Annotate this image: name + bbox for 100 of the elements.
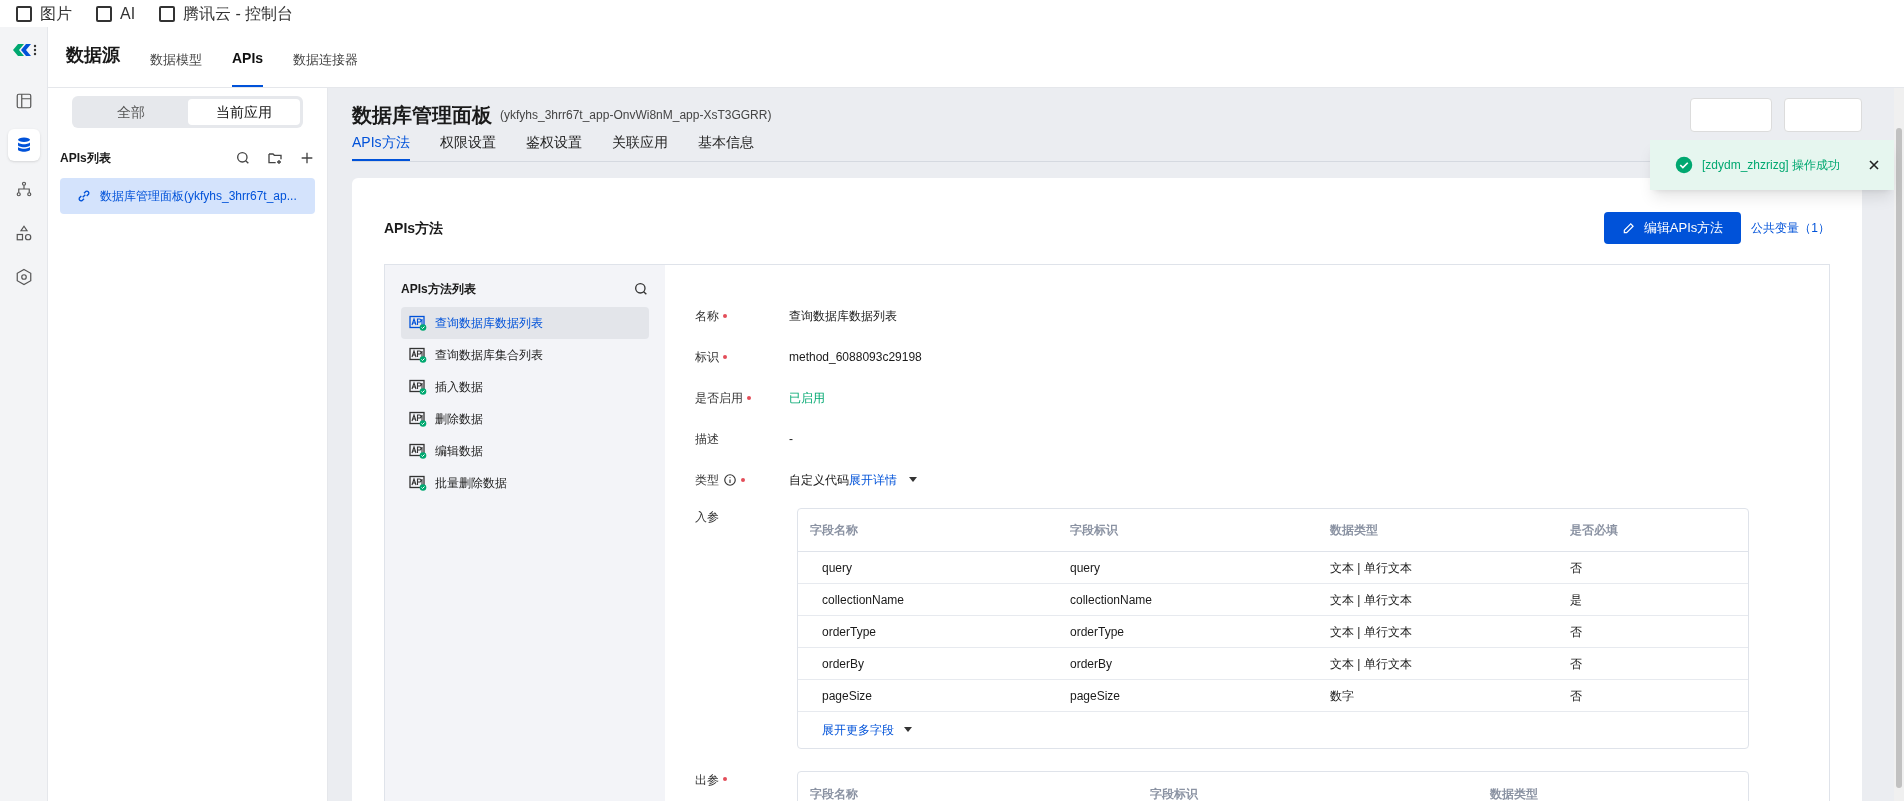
table-cell-text: orderBy [1070,655,1114,673]
column-header: 数据类型 [1490,785,1539,801]
public-variables-link[interactable]: 公共变量（1） [1751,219,1830,237]
bookmark-label[interactable]: 腾讯云 - 控制台 [183,4,294,24]
api-icon [409,411,427,427]
field-value: method_6088093c29198 [789,348,922,366]
info-icon [723,472,737,487]
table-cell-text: 文本 | 单行文本 [1330,655,1413,673]
edit-methods-button[interactable]: 编辑APIs方法 [1603,212,1742,244]
pencil-icon [1621,221,1636,235]
search-icon[interactable] [633,281,649,297]
table-cell-text: pageSize [821,687,874,705]
scope-option[interactable]: 全部 [75,99,188,125]
api-icon [409,315,427,331]
page-tab[interactable]: 权限设置 [439,132,496,161]
search-icon[interactable] [235,150,251,166]
caret-icon[interactable] [904,727,912,733]
table-cell-text: 否 [1570,655,1583,673]
table-cell-text: 否 [1570,559,1583,577]
column-header: 字段标识 [1150,785,1199,801]
status-value: 已启用 [789,389,825,407]
add-icon[interactable] [299,150,315,166]
toast-message: [zdydm_zhzrizg] 操作成功 [1702,157,1842,174]
table-cell-text: query [821,559,854,577]
layout-icon [14,92,33,110]
page-tab[interactable]: 关联应用 [611,132,668,161]
api-icon [409,379,427,395]
expand-details-link[interactable]: 展开详情 [849,470,897,489]
column-header: 是否必填 [1570,522,1619,539]
app-logo-icon [10,41,37,59]
required-mark [747,395,751,400]
table-cell-text: 文本 | 单行文本 [1330,559,1413,577]
page-tab[interactable]: 基本信息 [697,132,754,161]
page-tab[interactable]: 鉴权设置 [525,132,582,161]
api-icon [409,347,427,363]
bookmark-label[interactable]: AI [120,4,136,24]
page-title: 数据库管理面板 [352,103,492,128]
required-mark [723,313,727,318]
api-list-title: APIs列表 [60,150,112,167]
scope-option[interactable]: 当前应用 [187,99,300,125]
table-cell-text: orderType [821,623,878,641]
header-tab[interactable]: 数据模型 [150,45,202,87]
method-item[interactable]: 插入数据 [401,371,649,403]
page-tab[interactable]: APIs方法 [352,132,410,161]
bookmark-icon [16,6,32,22]
close-icon[interactable] [1869,160,1879,170]
table-cell-text: query [1070,559,1102,577]
rail-button[interactable] [7,129,40,161]
field-label: 是否启用 [695,389,743,407]
method-item[interactable]: 删除数据 [401,403,649,435]
table-cell-text: 是 [1570,591,1583,609]
field-label: 出参 [695,772,719,789]
table-cell-text: 文本 | 单行文本 [1330,591,1413,609]
api-icon [409,443,427,459]
table-cell-text: 否 [1570,687,1583,705]
bookmark-icon [159,6,176,22]
column-header: 字段标识 [1070,522,1119,539]
field-label: 入参 [695,509,719,526]
page-subtitle: (ykfyhs_3hrr67t_app-OnvWi8nM_app-XsT3GGRR) [500,107,772,124]
table-cell-text: 数字 [1330,687,1355,705]
hierarchy-icon [14,180,33,198]
api-icon [409,475,427,491]
bookmark-icon [96,6,112,22]
field-value: - [789,430,793,448]
table-cell-text: 否 [1570,623,1583,641]
table-cell-text: 文本 | 单行文本 [1330,623,1413,641]
method-item[interactable]: 批量删除数据 [401,467,649,499]
api-list-item[interactable]: 数据库管理面板(ykfyhs_3hrr67t_ap... [60,178,315,214]
link-icon [76,188,92,204]
table-cell-text: orderType [1070,623,1126,641]
field-label: 描述 [695,430,719,448]
scrollbar[interactable] [1894,88,1904,801]
header-title: 数据源 [66,44,120,67]
table-cell-text: pageSize [1070,687,1122,705]
field-label: 标识 [695,348,719,366]
bookmark-label[interactable]: 图片 [40,4,72,24]
section-title: APIs方法 [384,218,445,238]
required-mark [741,477,745,482]
required-mark [723,354,727,359]
shapes-icon [14,224,33,242]
methods-list-title: APIs方法列表 [401,281,477,298]
success-icon [1675,156,1693,174]
method-item[interactable]: 编辑数据 [401,435,649,467]
field-label: 类型 [695,471,719,489]
column-header: 数据类型 [1330,522,1379,539]
field-value: 自定义代码 [789,471,849,489]
table-cell-text: collectionName [1070,591,1154,609]
column-header: 字段名称 [810,785,859,801]
method-item[interactable]: 查询数据库集合列表 [401,339,649,371]
column-header: 字段名称 [810,522,859,539]
settings-icon [14,268,33,286]
field-value: 查询数据库数据列表 [789,307,897,325]
caret-icon[interactable] [909,476,917,483]
method-item[interactable]: 查询数据库数据列表 [401,307,649,339]
folder-add-icon[interactable] [267,150,283,166]
table-cell-text: collectionName [821,591,906,609]
show-more-fields-link[interactable]: 展开更多字段 [822,721,894,739]
table-cell-text: orderBy [821,655,866,673]
field-label: 名称 [695,307,719,325]
header-tab[interactable]: 数据连接器 [293,45,359,87]
